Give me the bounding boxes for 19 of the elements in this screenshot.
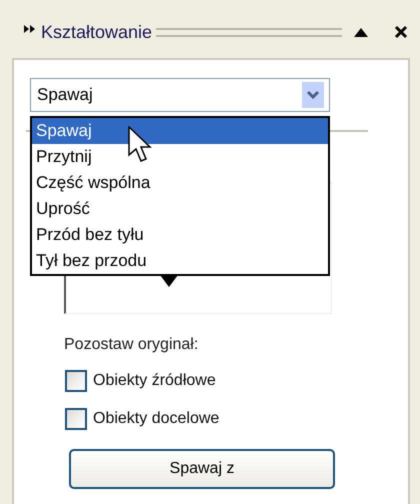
dropdown-option[interactable]: Tył bez przodu xyxy=(32,248,328,274)
double-arrow-icon[interactable] xyxy=(24,25,36,33)
dropdown-option[interactable]: Przytnij xyxy=(32,144,328,170)
dropdown-option[interactable]: Część wspólna xyxy=(32,170,328,196)
apply-button[interactable]: Spawaj z xyxy=(69,449,335,489)
dropdown-option[interactable]: Spawaj xyxy=(32,118,328,144)
checkbox[interactable] xyxy=(65,370,87,392)
drag-grip[interactable] xyxy=(156,28,342,36)
collapse-icon[interactable] xyxy=(354,27,368,37)
operation-dropdown[interactable]: Spawaj xyxy=(30,78,330,112)
checkbox-label[interactable]: Obiekty docelowe xyxy=(93,410,220,428)
keep-original-label: Pozostaw oryginał: xyxy=(64,336,200,354)
dropdown-option[interactable]: Uprość xyxy=(32,196,328,222)
close-icon[interactable] xyxy=(394,25,408,39)
checkbox-label[interactable]: Obiekty źródłowe xyxy=(93,372,216,390)
dropdown-option[interactable]: Przód bez tyłu xyxy=(32,222,328,248)
chevron-down-icon[interactable] xyxy=(302,82,324,108)
pane-title: Kształtowanie xyxy=(41,22,152,42)
checkbox[interactable] xyxy=(65,408,87,430)
